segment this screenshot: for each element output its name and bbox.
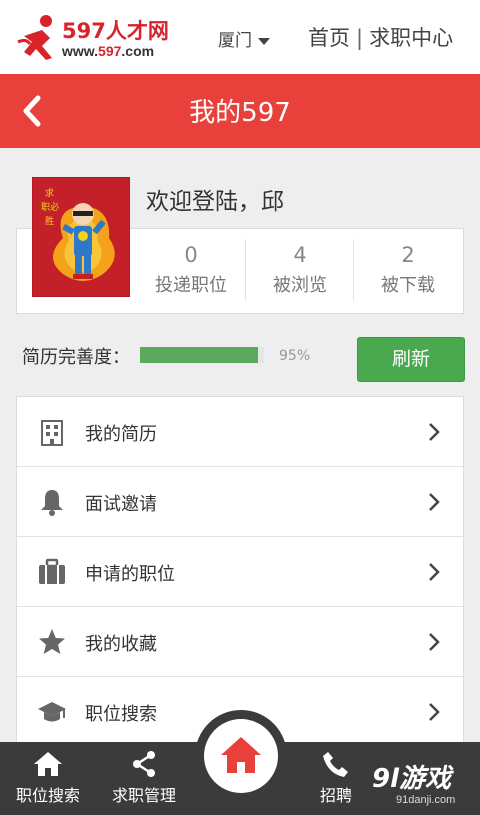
share-icon xyxy=(133,751,155,777)
star-icon xyxy=(39,629,65,654)
nav-separator: | xyxy=(356,26,364,50)
home-icon xyxy=(34,752,62,776)
superhero-avatar-icon: 求 职必 胜 xyxy=(33,178,129,296)
menu-item-label: 面试邀请 xyxy=(85,494,157,515)
menu-item-label: 职位搜索 xyxy=(85,704,157,725)
stat-label: 被浏览 xyxy=(273,275,327,296)
watermark-logo: 9l游戏 91danji.com xyxy=(366,758,476,810)
bottom-nav-label: 求职管理 xyxy=(111,786,176,805)
logo-url-num: 597 xyxy=(98,43,122,59)
stat-viewed[interactable]: 4 被浏览 xyxy=(246,229,354,313)
chevron-right-icon xyxy=(429,703,440,721)
top-nav: 首页 | 求职中心 xyxy=(308,22,453,52)
menu-item-label: 申请的职位 xyxy=(85,564,175,585)
stat-value: 2 xyxy=(401,243,415,267)
watermark-sub-text: 91danji.com xyxy=(396,794,456,806)
menu-item-applied-jobs[interactable]: 申请的职位 xyxy=(17,537,463,607)
stat-label: 投递职位 xyxy=(155,275,227,296)
menu-item-interview-invites[interactable]: 面试邀请 xyxy=(17,467,463,537)
runner-logo-icon xyxy=(17,15,52,60)
bottom-nav-job-manage[interactable]: 求职管理 xyxy=(96,742,192,815)
nav-home-link[interactable]: 首页 xyxy=(308,26,350,50)
stat-value: 0 xyxy=(184,243,198,267)
logo-url-suffix: .com xyxy=(121,43,155,59)
briefcase-icon xyxy=(39,558,65,584)
menu-list: 我的简历 面试邀请 申请的职位 我的收藏 职位搜索 xyxy=(16,396,464,748)
menu-item-label: 我的收藏 xyxy=(85,634,157,655)
stat-downloaded[interactable]: 2 被下载 xyxy=(354,229,462,313)
menu-item-label: 我的简历 xyxy=(85,424,157,445)
completion-percent: 95% xyxy=(279,348,311,364)
chevron-right-icon xyxy=(429,633,440,651)
logo-brand-text: 597人才网 xyxy=(62,19,169,43)
avatar[interactable]: 求 职必 胜 xyxy=(32,177,130,297)
page-header: 我的597 xyxy=(0,74,480,148)
top-bar: 597人才网 www.597.com 厦门 首页 | 求职中心 xyxy=(0,0,480,74)
refresh-button[interactable]: 刷新 xyxy=(357,337,465,382)
stat-value: 4 xyxy=(293,243,307,267)
site-logo[interactable]: 597人才网 www.597.com xyxy=(16,12,188,64)
home-icon xyxy=(221,737,261,773)
chevron-right-icon xyxy=(429,563,440,581)
page-title: 我的597 xyxy=(189,98,291,128)
completion-progress-bar xyxy=(140,347,264,363)
phone-icon xyxy=(323,752,348,777)
chevron-right-icon xyxy=(429,423,440,441)
menu-item-my-resume[interactable]: 我的简历 xyxy=(17,397,463,467)
logo-url-prefix: www. xyxy=(62,43,99,59)
bottom-nav-label: 职位搜索 xyxy=(15,786,80,805)
completion-progress-fill xyxy=(140,347,258,363)
svg-text:职必: 职必 xyxy=(41,201,59,213)
bottom-nav-job-search[interactable]: 职位搜索 xyxy=(0,742,96,815)
menu-item-favorites[interactable]: 我的收藏 xyxy=(17,607,463,677)
city-label: 厦门 xyxy=(218,31,252,51)
welcome-text: 欢迎登陆，邱 xyxy=(146,189,284,215)
building-icon xyxy=(41,420,63,446)
svg-text:求: 求 xyxy=(45,187,54,199)
graduation-cap-icon xyxy=(38,702,66,722)
caret-down-icon xyxy=(258,37,270,45)
bell-icon xyxy=(41,490,63,516)
center-home-inner xyxy=(204,719,278,793)
watermark-main-text: 9l游戏 xyxy=(372,764,452,794)
center-home-button[interactable] xyxy=(195,710,287,802)
stat-label: 被下载 xyxy=(381,275,435,296)
completion-label: 简历完善度： xyxy=(22,347,130,368)
city-selector[interactable]: 厦门 xyxy=(218,26,270,51)
chevron-right-icon xyxy=(429,493,440,511)
nav-jobcenter-link[interactable]: 求职中心 xyxy=(369,26,453,50)
logo-url: www.597.com xyxy=(62,43,154,59)
stat-applied[interactable]: 0 投递职位 xyxy=(137,229,245,313)
svg-text:胜: 胜 xyxy=(45,216,54,227)
